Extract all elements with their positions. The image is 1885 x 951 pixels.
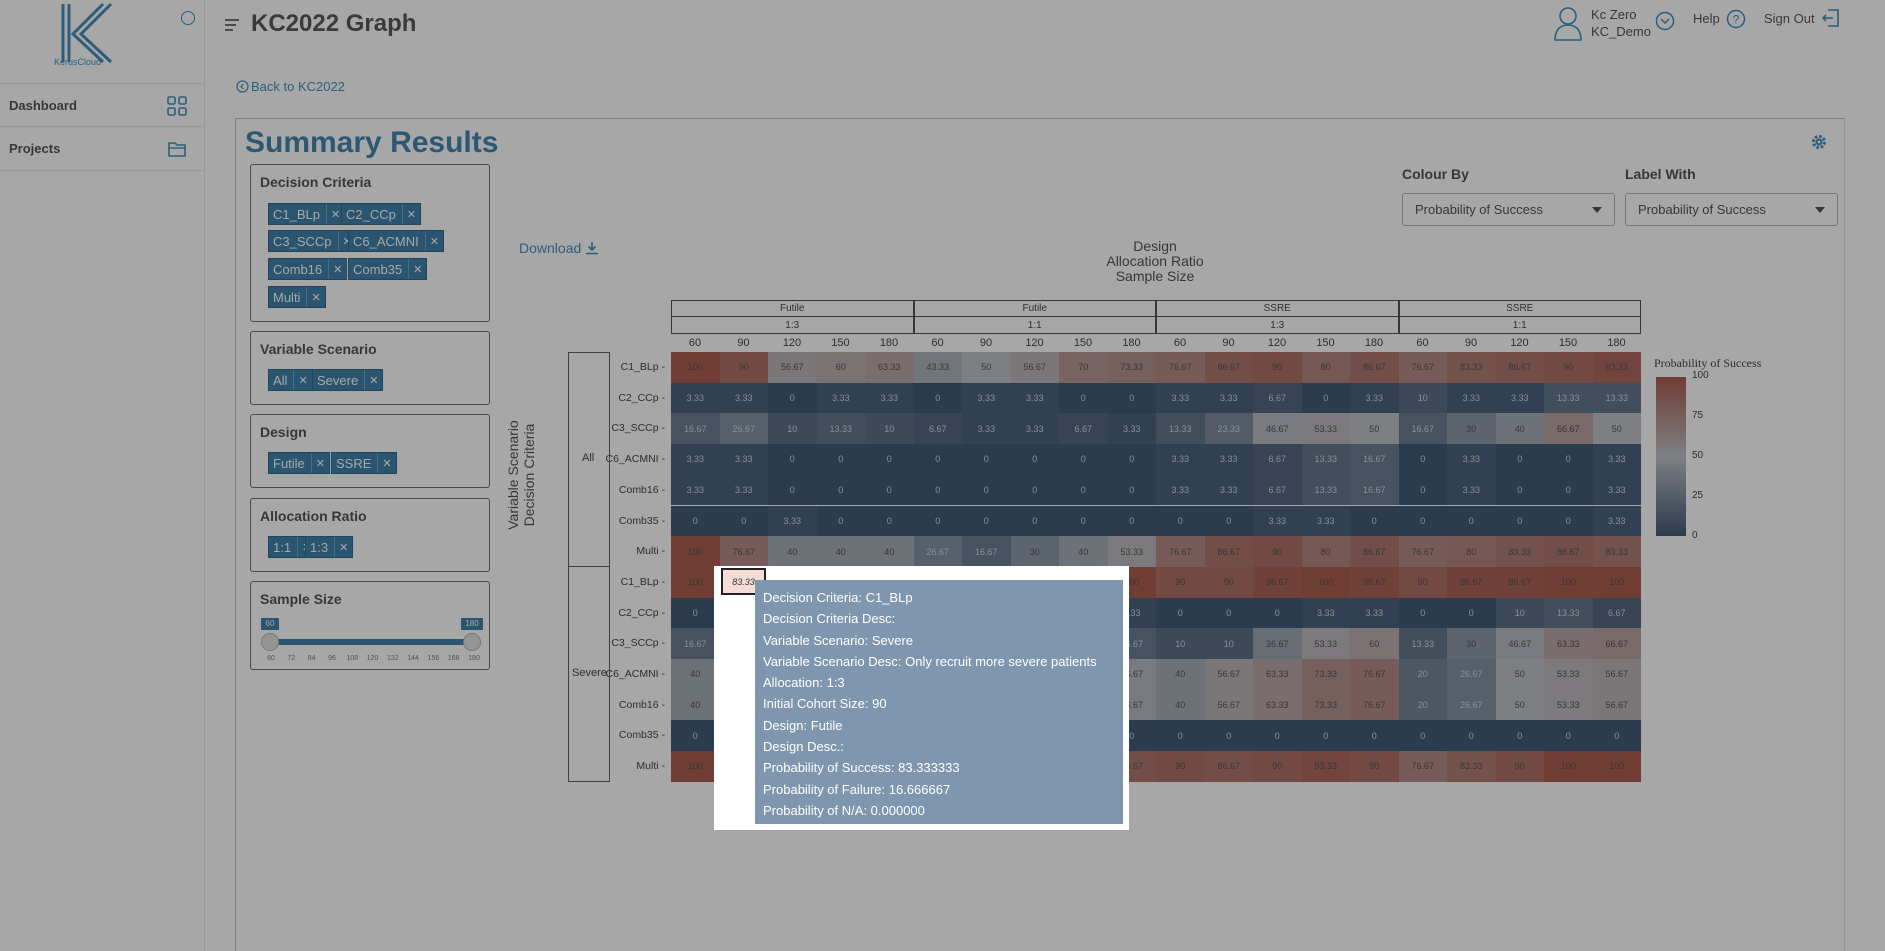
tooltip-line: Probability of Failure: 16.666667 bbox=[763, 781, 951, 797]
tooltip-line: Decision Criteria Desc: bbox=[763, 611, 896, 627]
tooltip-line: Probability of N/A: 0.000000 bbox=[763, 802, 925, 818]
cell-tooltip: Decision Criteria: C1_BLp Decision Criter… bbox=[755, 580, 1123, 824]
tooltip-line: Initial Cohort Size: 90 bbox=[763, 696, 887, 712]
tooltip-line: Design: Futile bbox=[763, 717, 843, 733]
tooltip-line: Variable Scenario: Severe bbox=[763, 632, 914, 648]
tooltip-line: Design Desc.: bbox=[763, 739, 844, 755]
tooltip-line: Allocation: 1:3 bbox=[763, 675, 845, 691]
tooltip-line: Variable Scenario Desc: Only recruit mor… bbox=[763, 653, 1097, 669]
tooltip-line: Probability of Success: 83.333333 bbox=[763, 760, 960, 776]
tooltip-line: Decision Criteria: C1_BLp bbox=[763, 590, 913, 605]
